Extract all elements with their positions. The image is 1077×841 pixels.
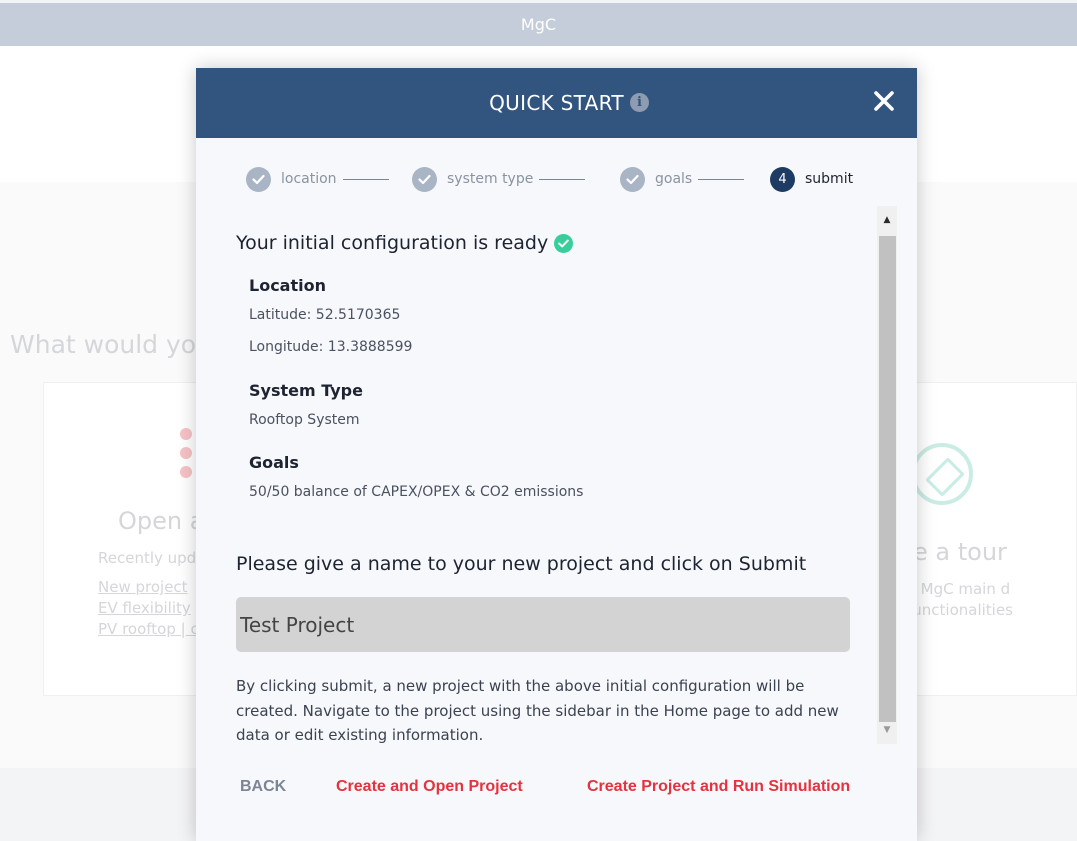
recent-project-link[interactable]: New project	[98, 577, 199, 598]
name-prompt: Please give a name to your new project a…	[236, 553, 807, 575]
step-label: submit	[805, 171, 854, 187]
scroll-up-arrow-icon[interactable]: ▲	[877, 206, 897, 234]
step-connector	[539, 178, 586, 180]
step-number: 4	[770, 166, 795, 192]
latitude-value: Latitude: 52.5170365	[249, 307, 401, 323]
recent-project-link[interactable]: EV flexibility	[98, 598, 199, 619]
modal-header: QUICK START i	[196, 68, 917, 138]
modal-title: QUICK START	[489, 91, 624, 115]
step-label: system type	[447, 171, 534, 187]
step-label: location	[281, 171, 337, 187]
recent-project-link[interactable]: PV rooftop | c	[98, 619, 199, 640]
app-header: MgC	[0, 3, 1077, 46]
longitude-value: Longitude: 13.3888599	[249, 339, 413, 355]
create-open-project-button[interactable]: Create and Open Project	[336, 778, 523, 796]
check-circle-icon	[554, 233, 574, 253]
open-card-title: Open a	[118, 507, 205, 535]
quick-start-modal: QUICK START i location system type goals	[196, 68, 917, 841]
step-label: goals	[655, 171, 693, 187]
app-title: MgC	[520, 15, 557, 34]
create-run-simulation-button[interactable]: Create Project and Run Simulation	[587, 778, 850, 796]
back-button[interactable]: BACK	[240, 778, 286, 796]
location-title: Location	[249, 276, 326, 295]
check-icon	[246, 166, 271, 192]
tour-card-subtitle: y MgC main d functionalities	[907, 580, 1013, 619]
modal-content: Your initial configuration is ready Loca…	[236, 208, 876, 748]
background-heading: What would yo	[10, 330, 197, 359]
recent-projects-list: New project EV flexibility PV rooftop | …	[98, 577, 199, 640]
ready-text: Your initial configuration is ready	[236, 232, 549, 254]
goals-title: Goals	[249, 453, 299, 472]
project-name-input[interactable]	[236, 597, 850, 652]
close-icon[interactable]	[873, 90, 895, 112]
stepper: location system type goals 4 submit	[246, 164, 876, 194]
tour-card-title: e a tour	[913, 538, 1007, 566]
step-goals[interactable]: goals	[620, 164, 745, 194]
content-scrollbar[interactable]: ▲ ▼	[877, 206, 897, 744]
system-type-value: Rooftop System	[249, 412, 360, 428]
ready-heading: Your initial configuration is ready	[236, 232, 574, 254]
compass-icon	[911, 443, 973, 505]
system-type-title: System Type	[249, 381, 363, 400]
step-connector	[698, 178, 745, 180]
goals-value: 50/50 balance of CAPEX/OPEX & CO2 emissi…	[249, 484, 584, 500]
scroll-down-arrow-icon[interactable]: ▼	[877, 716, 897, 744]
open-card-subtitle: Recently upd	[98, 549, 197, 567]
step-system-type[interactable]: system type	[412, 164, 586, 194]
check-icon	[412, 166, 437, 192]
step-location[interactable]: location	[246, 164, 389, 194]
step-connector	[342, 178, 389, 180]
dots-icon	[180, 428, 192, 485]
submit-note: By clicking submit, a new project with t…	[236, 677, 839, 744]
info-icon[interactable]: i	[630, 93, 649, 112]
step-submit[interactable]: 4 submit	[770, 164, 853, 194]
scroll-thumb[interactable]	[879, 236, 896, 722]
check-icon	[620, 166, 645, 192]
